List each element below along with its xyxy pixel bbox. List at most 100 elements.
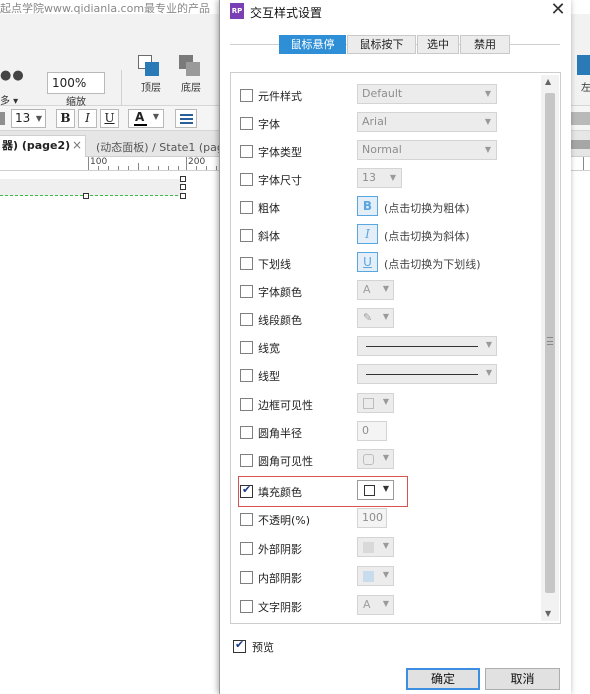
- property-font-color: 字体颜色 A ▼: [231, 277, 541, 305]
- font-color-icon: A: [363, 283, 371, 296]
- chevron-down-icon: ▼: [382, 484, 389, 493]
- align-left-icon[interactable]: [577, 55, 590, 75]
- property-inner-shadow: 内部阴影 ▼: [231, 563, 541, 591]
- italic-toggle-button[interactable]: I: [357, 224, 378, 244]
- resize-handle[interactable]: [180, 176, 186, 182]
- inner-shadow-picker[interactable]: ▼: [357, 566, 394, 586]
- send-to-back-icon[interactable]: [179, 55, 201, 77]
- chevron-down-icon: ▼: [382, 284, 389, 293]
- dialog-titlebar[interactable]: RP 交互样式设置 ✕: [220, 0, 571, 24]
- corner-visibility-checkbox[interactable]: [240, 454, 253, 467]
- chevron-down-icon: ▼: [382, 312, 389, 321]
- fill-color-label: 填充颜色: [258, 486, 302, 499]
- vertical-scrollbar[interactable]: ▲ ▼: [541, 75, 559, 621]
- text-shadow-checkbox[interactable]: [240, 600, 253, 613]
- font-color-button[interactable]: A ▼: [128, 109, 164, 128]
- line-width-checkbox[interactable]: [240, 341, 253, 354]
- tab-mouse-down[interactable]: 鼠标按下: [347, 35, 416, 54]
- fill-color-picker[interactable]: ▼: [357, 480, 394, 500]
- opacity-input[interactable]: 100: [357, 508, 387, 528]
- bold-toggle-button[interactable]: B: [357, 196, 378, 216]
- align-left-label[interactable]: 左: [581, 79, 590, 94]
- line-color-checkbox[interactable]: [240, 313, 253, 326]
- tab-overflow: [568, 140, 590, 149]
- tab-mouse-hover[interactable]: 鼠标悬停: [279, 35, 346, 54]
- widget-style-value: Default: [362, 87, 403, 100]
- resize-handle[interactable]: [180, 193, 186, 199]
- scroll-down-icon[interactable]: ▼: [545, 609, 551, 618]
- corner-radius-checkbox[interactable]: [240, 426, 253, 439]
- font-size-select[interactable]: 13 ▼: [11, 109, 46, 128]
- italic-button[interactable]: I: [78, 109, 97, 128]
- font-size-select[interactable]: 13 ▼: [357, 168, 402, 188]
- tab-dynamic-panel-state1[interactable]: (动态面板) / State1 (page: [96, 139, 231, 155]
- font-size-checkbox[interactable]: [240, 173, 253, 186]
- preview-label: 预览: [252, 641, 274, 654]
- outer-shadow-checkbox[interactable]: [240, 542, 253, 555]
- ok-button[interactable]: 确定: [406, 668, 480, 690]
- close-icon[interactable]: ✕: [547, 0, 569, 22]
- property-border-visibility: 边框可见性 ▼: [231, 390, 541, 418]
- underline-button[interactable]: U: [100, 109, 119, 128]
- corner-visibility-picker[interactable]: ▼: [357, 449, 394, 469]
- font-checkbox[interactable]: [240, 117, 253, 130]
- font-value: Arial: [362, 115, 387, 128]
- widget-style-checkbox[interactable]: [240, 89, 253, 102]
- property-fill-color: 填充颜色 ▼: [231, 477, 541, 505]
- fill-color-checkbox[interactable]: [240, 483, 253, 498]
- underline-toggle-button[interactable]: U: [357, 252, 378, 272]
- line-color-picker[interactable]: ✎ ▼: [357, 308, 394, 328]
- font-color-picker[interactable]: A ▼: [357, 280, 394, 300]
- chevron-down-icon: ▼: [485, 340, 492, 349]
- line-type-select[interactable]: ▼: [357, 364, 497, 384]
- property-underline: 下划线 U (点击切换为下划线): [231, 249, 541, 277]
- bold-button[interactable]: B: [56, 109, 75, 128]
- cancel-button[interactable]: 取消: [485, 668, 560, 690]
- preview-checkbox[interactable]: [233, 638, 246, 653]
- outer-shadow-picker[interactable]: ▼: [357, 537, 394, 557]
- corner-visibility-label: 圆角可见性: [258, 455, 313, 468]
- opacity-checkbox[interactable]: [240, 513, 253, 526]
- border-visibility-picker[interactable]: ▼: [357, 393, 394, 413]
- font-type-checkbox[interactable]: [240, 145, 253, 158]
- border-visibility-checkbox[interactable]: [240, 398, 253, 411]
- close-tab-icon[interactable]: ×: [72, 135, 82, 155]
- property-font-size: 字体尺寸 13 ▼: [231, 165, 541, 193]
- inner-shadow-checkbox[interactable]: [240, 571, 253, 584]
- bring-to-front-icon[interactable]: [138, 55, 160, 77]
- corner-radius-input[interactable]: 0: [357, 421, 387, 441]
- tab-selected[interactable]: 选中: [417, 35, 459, 54]
- bold-checkbox[interactable]: [240, 201, 253, 214]
- zoom-select[interactable]: 100%: [47, 72, 105, 94]
- axure-rp-icon: RP: [230, 3, 244, 19]
- tab-disabled[interactable]: 禁用: [460, 35, 510, 54]
- chevron-down-icon: ▼: [484, 117, 491, 126]
- scroll-up-icon[interactable]: ▲: [545, 77, 551, 86]
- property-widget-style: 元件样式 Default ▼: [231, 81, 541, 109]
- font-type-select[interactable]: Normal ▼: [357, 140, 497, 160]
- font-type-value: Normal: [362, 143, 402, 156]
- bullet-list-button[interactable]: [175, 109, 197, 128]
- line-width-select[interactable]: ▼: [357, 336, 497, 356]
- selected-widget[interactable]: [0, 179, 183, 196]
- interaction-style-dialog: RP 交互样式设置 ✕ 鼠标悬停 鼠标按下 选中 禁用 元件样式 Default…: [219, 0, 571, 694]
- top-layer-label[interactable]: 顶层: [141, 79, 161, 94]
- font-size-label: 字体尺寸: [258, 174, 302, 187]
- resize-handle[interactable]: [83, 193, 89, 199]
- bottom-layer-label[interactable]: 底层: [181, 79, 201, 94]
- font-size-value: 13: [15, 111, 31, 125]
- resize-handle[interactable]: [180, 184, 186, 190]
- font-color-checkbox[interactable]: [240, 285, 253, 298]
- widget-style-select[interactable]: Default ▼: [357, 84, 497, 104]
- font-select[interactable]: Arial ▼: [357, 112, 497, 132]
- chevron-down-icon: ▼: [389, 173, 396, 182]
- italic-checkbox[interactable]: [240, 229, 253, 242]
- underline-checkbox[interactable]: [240, 257, 253, 270]
- text-shadow-picker[interactable]: A ▼: [357, 595, 394, 615]
- more-icon[interactable]: ●●: [0, 68, 25, 83]
- more-label[interactable]: 多 ▾: [0, 92, 18, 107]
- style-indicator: [0, 112, 5, 125]
- chevron-down-icon: ▼: [152, 112, 159, 121]
- scrollbar-grip-icon: [547, 337, 553, 345]
- line-type-checkbox[interactable]: [240, 369, 253, 382]
